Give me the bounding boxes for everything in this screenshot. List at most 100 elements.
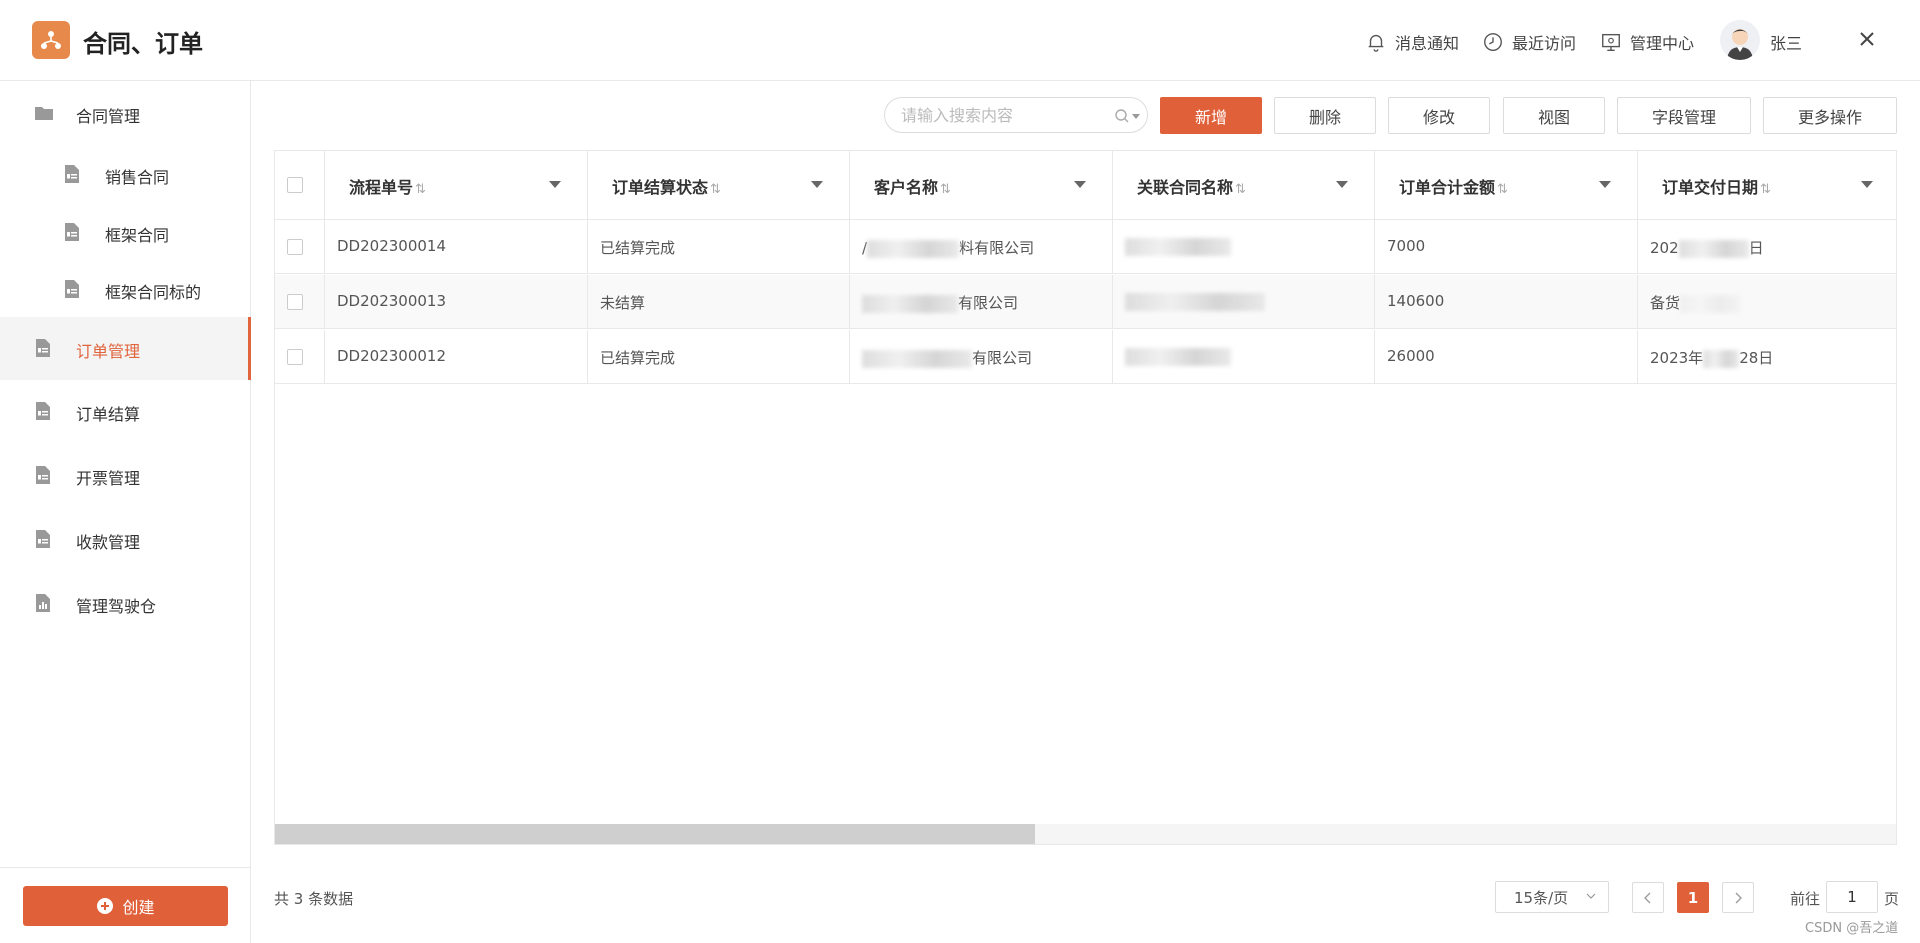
sidebar-item-invoice-management[interactable]: 开票管理 (0, 444, 251, 508)
document-icon (36, 530, 50, 548)
sidebar-item-sales-contract[interactable]: 销售合同 (0, 145, 251, 203)
table-row[interactable]: DD202300012 已结算完成 有限公司 26000 2023年 28日 (275, 330, 1896, 384)
column-header[interactable]: 订单结算状态 ⇅ (588, 151, 850, 219)
cell-text: DD202300013 (337, 292, 446, 310)
sidebar-item-order-settlement[interactable]: 订单结算 (0, 380, 251, 444)
redacted-mask (862, 349, 972, 368)
document-icon (65, 165, 79, 183)
recent-link[interactable]: 最近访问 (1482, 30, 1576, 54)
search-input[interactable] (901, 105, 1101, 125)
column-header[interactable]: 流程单号 ⇅ (325, 151, 588, 219)
cell-related-contract (1113, 220, 1375, 274)
horizontal-scrollbar[interactable] (275, 824, 1896, 844)
column-header[interactable]: 订单合计金额 ⇅ (1375, 151, 1638, 219)
app-logo-icon (32, 21, 70, 59)
prev-page-button[interactable] (1632, 882, 1664, 913)
sort-icon[interactable]: ⇅ (1760, 182, 1771, 197)
cell-text: DD202300012 (337, 347, 446, 365)
table-row[interactable]: DD202300013 未结算 有限公司 140600 备货 (275, 275, 1896, 329)
column-header[interactable]: 客户名称 ⇅ (850, 151, 1113, 219)
redacted-mask (1125, 292, 1265, 311)
redacted-mask (1703, 349, 1740, 368)
cell-text: 已结算完成 (600, 349, 676, 367)
plus-circle-icon (97, 898, 114, 914)
cell-customer: / 料有限公司 (850, 220, 1113, 274)
field-manage-button[interactable]: 字段管理 (1617, 97, 1751, 134)
next-page-button[interactable] (1722, 882, 1754, 913)
sort-icon[interactable]: ⇅ (940, 182, 951, 197)
column-header[interactable]: 订单交付日期 ⇅ (1638, 151, 1896, 219)
goto-prefix: 前往 (1790, 890, 1821, 908)
scrollbar-thumb[interactable] (275, 824, 1035, 844)
cell-customer: 有限公司 (850, 275, 1113, 329)
filter-dropdown-icon[interactable] (1074, 181, 1086, 188)
cell-status: 未结算 (588, 275, 850, 329)
cell-text: 28日 (1739, 349, 1774, 367)
cell-text: 已结算完成 (600, 239, 676, 257)
avatar[interactable] (1720, 20, 1760, 60)
sidebar-item-label: 框架合同标的 (105, 283, 202, 302)
column-header[interactable]: 关联合同名称 ⇅ (1113, 151, 1375, 219)
filter-dropdown-icon[interactable] (549, 181, 561, 188)
sort-icon[interactable]: ⇅ (710, 182, 721, 197)
table-header: 流程单号 ⇅ 订单结算状态 ⇅ 客户名称 ⇅ 关联合同名称 ⇅ 订单合计金额 ⇅ 订单交付… (275, 151, 1896, 220)
view-button[interactable]: 视图 (1503, 97, 1605, 134)
notifications-link[interactable]: 消息通知 (1365, 30, 1459, 54)
chart-icon (36, 594, 50, 612)
redacted-mask (1125, 347, 1231, 366)
column-title: 订单交付日期 (1662, 178, 1759, 197)
sidebar-item-framework-contract-subject[interactable]: 框架合同标的 (0, 260, 251, 317)
sidebar-item-order-management[interactable]: 订单管理 (0, 317, 251, 380)
more-actions-button[interactable]: 更多操作 (1763, 97, 1897, 134)
add-button[interactable]: 新增 (1160, 97, 1262, 134)
filter-dropdown-icon[interactable] (811, 181, 823, 188)
row-select-cell (275, 275, 325, 329)
cell-amount: 140600 (1375, 275, 1638, 329)
sidebar-item-label: 合同管理 (76, 107, 141, 126)
filter-dropdown-icon[interactable] (1599, 181, 1611, 188)
document-icon (36, 402, 50, 420)
chevron-right-icon (1735, 892, 1742, 903)
cell-text: DD202300014 (337, 237, 446, 255)
column-title: 流程单号 (349, 178, 414, 197)
delete-button[interactable]: 删除 (1274, 97, 1376, 134)
cell-text: 140600 (1387, 292, 1445, 310)
close-button[interactable] (1854, 26, 1880, 52)
cell-text: 料有限公司 (959, 239, 1035, 257)
sidebar-item-framework-contract[interactable]: 框架合同 (0, 203, 251, 260)
sort-icon[interactable]: ⇅ (1235, 182, 1246, 197)
close-icon (1860, 32, 1874, 46)
row-checkbox[interactable] (287, 294, 303, 310)
row-select-cell (275, 330, 325, 384)
row-checkbox[interactable] (287, 349, 303, 365)
sidebar-item-payment-management[interactable]: 收款管理 (0, 508, 251, 572)
sidebar-item-dashboard[interactable]: 管理驾驶仓 (0, 572, 251, 636)
cell-date: 202 日 (1638, 220, 1896, 274)
row-checkbox[interactable] (287, 239, 303, 255)
table-row[interactable]: DD202300014 已结算完成 / 料有限公司 7000 202 日 (275, 220, 1896, 274)
page-size-value: 15条/页 (1514, 888, 1569, 907)
sidebar-item-label: 开票管理 (76, 469, 141, 488)
filter-dropdown-icon[interactable] (1336, 181, 1348, 188)
search-icon[interactable] (1113, 107, 1143, 125)
cell-related-contract (1113, 330, 1375, 384)
create-button[interactable]: 创建 (23, 886, 228, 926)
admin-center-link[interactable]: 管理中心 (1600, 30, 1694, 54)
document-icon (36, 339, 50, 357)
sort-icon[interactable]: ⇅ (415, 182, 426, 197)
cell-text: 有限公司 (958, 294, 1019, 312)
cell-text: 202 (1650, 239, 1679, 257)
edit-button[interactable]: 修改 (1388, 97, 1490, 134)
sidebar-item-label: 销售合同 (105, 168, 170, 187)
sidebar-item-contract-management[interactable]: 合同管理 (0, 81, 251, 145)
page-size-select[interactable]: 15条/页 (1495, 881, 1609, 913)
filter-dropdown-icon[interactable] (1861, 181, 1873, 188)
orders-table: 流程单号 ⇅ 订单结算状态 ⇅ 客户名称 ⇅ 关联合同名称 ⇅ 订单合计金额 ⇅ 订单交付… (274, 150, 1897, 845)
goto-page-input[interactable] (1826, 881, 1878, 913)
page-number-button[interactable]: 1 (1677, 882, 1709, 913)
bell-icon (1368, 34, 1384, 52)
document-icon (65, 280, 79, 298)
cell-amount: 26000 (1375, 330, 1638, 384)
sort-icon[interactable]: ⇅ (1497, 182, 1508, 197)
select-all-checkbox[interactable] (287, 177, 303, 193)
